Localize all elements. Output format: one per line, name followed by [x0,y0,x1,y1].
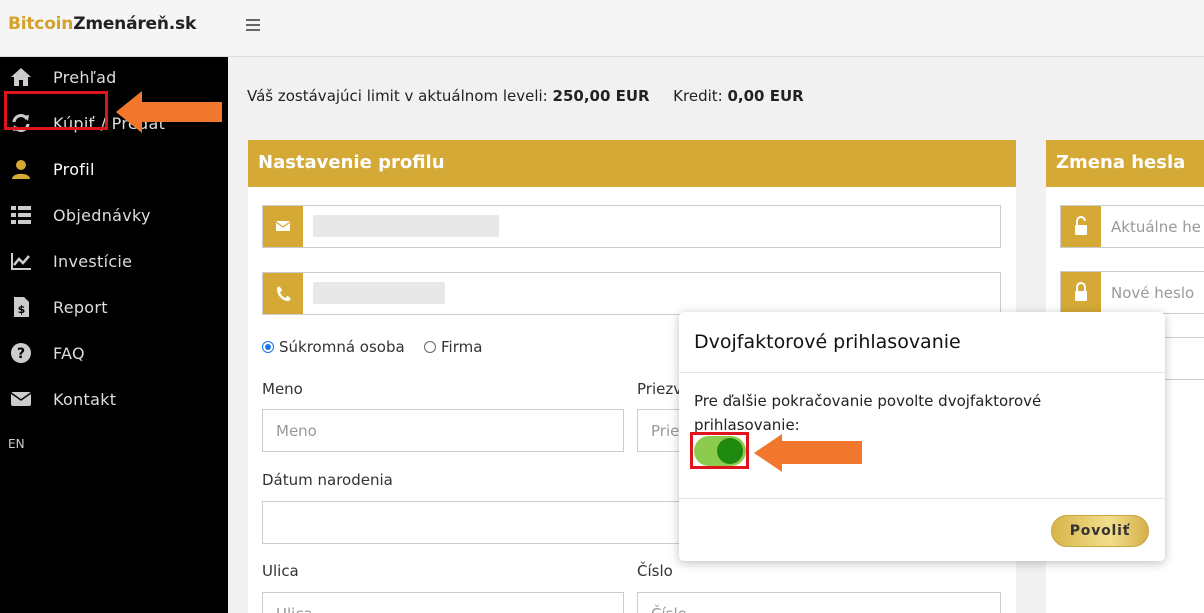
street-label: Ulica [262,562,299,580]
logo-part-zmenaren: Zmenáreň.sk [73,14,197,34]
phone-field[interactable] [262,272,1001,315]
street-input[interactable]: Ulica [262,592,624,613]
highlight-box-toggle [690,432,749,469]
home-icon [9,65,33,89]
sidebar-item-label: Prehľad [53,68,117,87]
envelope-icon [9,387,33,411]
hamburger-icon[interactable] [246,16,260,37]
sidebar-item-label: Profil [53,160,95,179]
arrow-annotation-profil [116,91,222,137]
divider [679,372,1165,373]
radio-private-person[interactable]: Súkromná osoba [262,338,405,356]
email-field[interactable] [262,205,1001,248]
new-password-field[interactable]: Nové heslo [1060,271,1204,314]
radio-company[interactable]: Firma [424,338,482,356]
number-input[interactable]: Číslo [637,592,1001,613]
modal-body-text: Pre ďalšie pokračovanie povolte dvojfakt… [694,392,1042,434]
current-password-field[interactable]: Aktuálne he [1060,205,1204,248]
credit-label: Kredit: [673,87,723,105]
report-icon: $ [9,295,33,319]
radio-private-label: Súkromná osoba [279,338,405,356]
first-name-input[interactable]: Meno [262,409,624,452]
envelope-icon [263,206,303,247]
sidebar-item-label: Investície [53,252,133,271]
svg-text:$: $ [18,303,26,316]
profile-card-title: Nastavenie profilu [248,140,1016,187]
sidebar-item-label: Kontakt [53,390,117,409]
lock-open-icon [1061,206,1101,247]
first-name-label: Meno [262,380,303,398]
current-password-placeholder: Aktuálne he [1111,218,1201,236]
two-factor-modal: Dvojfaktorové prihlasovanie Pre ďalšie p… [679,312,1165,561]
radio-company-label: Firma [441,338,483,356]
logo[interactable]: BitcoinZmenáreň.sk [8,14,196,34]
highlight-box-profil [4,91,108,130]
sidebar-item-report[interactable]: $ Report [0,287,228,329]
sidebar-item-label: Report [53,298,108,317]
radio-dot [424,341,436,353]
sidebar-item-profil[interactable]: Profil [0,149,228,191]
birth-date-label: Dátum narodenia [262,471,393,489]
number-label: Číslo [637,562,673,580]
arrow-annotation-toggle [754,434,862,476]
lock-icon [1061,272,1101,313]
enable-button[interactable]: Povoliť [1051,515,1149,547]
password-card-title: Zmena hesla [1046,140,1204,187]
user-icon [9,157,33,181]
sidebar-item-investicie[interactable]: Investície [0,241,228,283]
sidebar-item-kontakt[interactable]: Kontakt [0,379,228,421]
sidebar-item-objednavky[interactable]: Objednávky [0,195,228,237]
list-icon [9,203,33,227]
chart-line-icon [9,249,33,273]
new-password-placeholder: Nové heslo [1111,284,1195,302]
sidebar-item-faq[interactable]: ? FAQ [0,333,228,375]
limit-value: 250,00 EUR [552,87,650,105]
radio-dot-selected [262,341,274,353]
language-switch[interactable]: EN [8,437,25,451]
phone-value-redacted [313,282,445,304]
limit-label: Váš zostávajúci limit v aktuálnom leveli… [247,87,548,105]
modal-title: Dvojfaktorové prihlasovanie [694,331,961,353]
logo-part-bitcoin: Bitcoin [8,14,74,34]
sidebar-item-label: Objednávky [53,206,151,225]
credit-value: 0,00 EUR [727,87,804,105]
email-value-redacted [313,215,499,237]
top-bar: BitcoinZmenáreň.sk [0,0,1204,57]
limit-info: Váš zostávajúci limit v aktuálnom leveli… [247,87,804,105]
last-name-label: Priezv [637,380,683,398]
svg-text:?: ? [17,346,25,362]
sidebar-item-label: FAQ [53,344,85,363]
question-icon: ? [9,341,33,365]
phone-icon [263,273,303,314]
sidebar: Prehľad Kúpiť / Predať Profil Objednávky… [0,57,228,613]
divider [679,498,1165,499]
